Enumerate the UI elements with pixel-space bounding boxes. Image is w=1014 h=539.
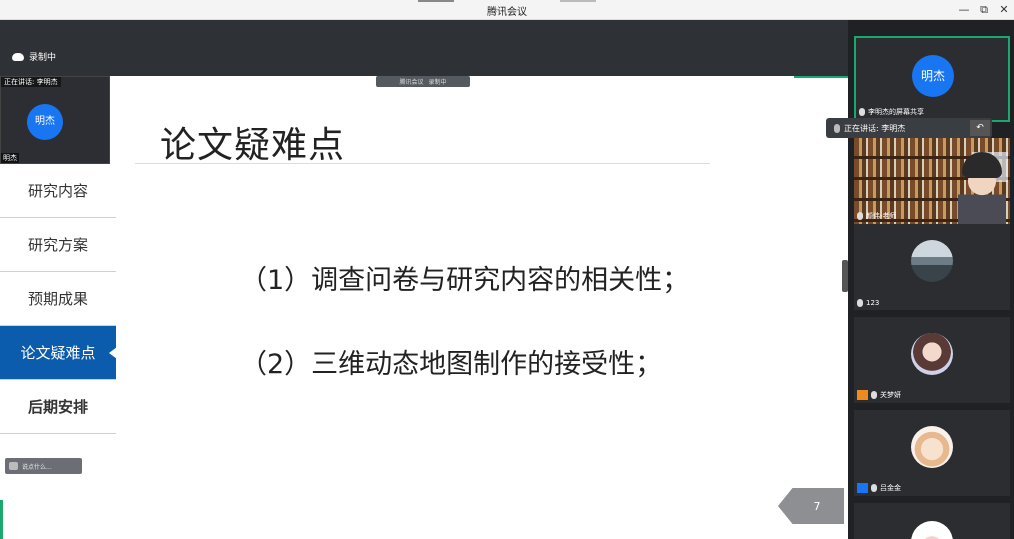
- participant-name: 123: [866, 299, 880, 307]
- share-border: [794, 76, 848, 78]
- slide-point: （2）三维动态地图制作的接受性；: [240, 349, 663, 380]
- rec-label: 录制中: [428, 79, 447, 86]
- speaking-indicator: 正在讲话: 李明杰 ↶: [826, 118, 992, 138]
- avatar: [911, 426, 953, 468]
- restore-button[interactable]: ⧉: [976, 2, 992, 18]
- window-title: 腾讯会议: [487, 7, 527, 18]
- nav-item-label: 后期安排: [27, 398, 88, 416]
- avatar: 明杰: [27, 104, 63, 140]
- slide-point: （1）调查问卷与研究内容的相关性；: [240, 265, 690, 296]
- nav-item-schedule[interactable]: 后期安排: [0, 380, 116, 434]
- participant-tile[interactable]: 吕金金: [854, 410, 1010, 496]
- nav-item-expected-results[interactable]: 预期成果: [0, 272, 116, 326]
- meeting-window: 腾讯会议 — ⧉ ✕ 录制中 正在讲话: 李明杰 明杰 明杰 研究内容 研究方案…: [0, 0, 1014, 539]
- participant-tile[interactable]: [854, 503, 1010, 539]
- participant-name: 明杰: [1, 153, 19, 163]
- minimize-button[interactable]: —: [956, 2, 972, 18]
- slide-title: 论文疑难点: [160, 125, 346, 166]
- cloud-icon: [12, 52, 24, 61]
- user-icon: [857, 483, 868, 493]
- participant-tile[interactable]: 关梦妍: [854, 317, 1010, 403]
- speaking-label: 正在讲话: 李明杰: [844, 123, 906, 133]
- participant-name: 李明杰的屏幕共享: [868, 108, 924, 116]
- nav-item-difficulties[interactable]: 论文疑难点: [0, 326, 117, 380]
- participant-label: 吕金金: [857, 483, 901, 493]
- nav-item-research-plan[interactable]: 研究方案: [0, 218, 116, 272]
- avatar: [911, 333, 953, 375]
- chat-input[interactable]: 说点什么...: [5, 458, 82, 474]
- mic-icon: [834, 123, 840, 133]
- nav-item-label: 论文疑难点: [20, 344, 96, 362]
- chat-placeholder: 说点什么...: [22, 463, 52, 471]
- participant-panel: 明杰 李明杰的屏幕共享 颜伟-老师 123 关梦妍 吕金金: [848, 20, 1014, 539]
- close-button[interactable]: ✕: [996, 2, 1012, 18]
- nav-item-label: 研究方案: [27, 236, 88, 254]
- participant-label: 颜伟-老师: [857, 211, 897, 221]
- participant-label: 李明杰的屏幕共享: [859, 107, 924, 117]
- mic-icon: [871, 391, 877, 399]
- slide-sidenav: 研究内容 研究方案 预期成果 论文疑难点 后期安排: [0, 164, 117, 434]
- nav-item-label: 预期成果: [27, 290, 88, 308]
- title-bar: 腾讯会议 — ⧉ ✕: [0, 0, 1014, 20]
- share-icon: [857, 390, 868, 400]
- share-border: [0, 500, 3, 539]
- participant-tile[interactable]: 123: [854, 224, 1010, 310]
- title-decoration: [418, 0, 454, 2]
- participant-label: 关梦妍: [857, 390, 901, 400]
- page-number: 7: [813, 499, 821, 513]
- shared-screen: [0, 76, 848, 539]
- nav-item-label: 研究内容: [27, 182, 88, 200]
- participant-name: 颜伟-老师: [866, 212, 897, 220]
- undo-icon[interactable]: ↶: [970, 120, 990, 136]
- recording-indicator[interactable]: 录制中: [12, 50, 56, 63]
- participant-name: 吕金金: [880, 484, 901, 492]
- chat-icon: [9, 462, 18, 470]
- avatar: 明杰: [912, 55, 954, 97]
- participant-tile[interactable]: 明杰 李明杰的屏幕共享: [854, 36, 1010, 122]
- nav-item-research-content[interactable]: 研究内容: [0, 164, 116, 218]
- mini-video-tile[interactable]: 正在讲话: 李明杰 明杰 明杰: [0, 76, 110, 164]
- participant-tile[interactable]: 颜伟-老师: [854, 138, 1010, 224]
- title-divider: [135, 163, 710, 164]
- floating-toolbar[interactable]: 腾讯会议 录制中: [376, 76, 470, 87]
- participant-label: 123: [857, 299, 879, 307]
- recording-label: 录制中: [29, 53, 57, 63]
- participant-name: 关梦妍: [880, 391, 901, 399]
- avatar: [911, 240, 953, 282]
- mic-icon: [859, 108, 865, 116]
- avatar: [911, 521, 953, 539]
- top-toolbar: 录制中: [0, 20, 848, 76]
- mic-icon: [871, 484, 877, 492]
- app-label: 腾讯会议: [399, 79, 424, 86]
- speaking-tag: 正在讲话: 李明杰: [1, 77, 61, 87]
- mic-icon: [857, 299, 863, 307]
- title-decoration: [560, 0, 596, 2]
- mic-icon: [857, 212, 863, 220]
